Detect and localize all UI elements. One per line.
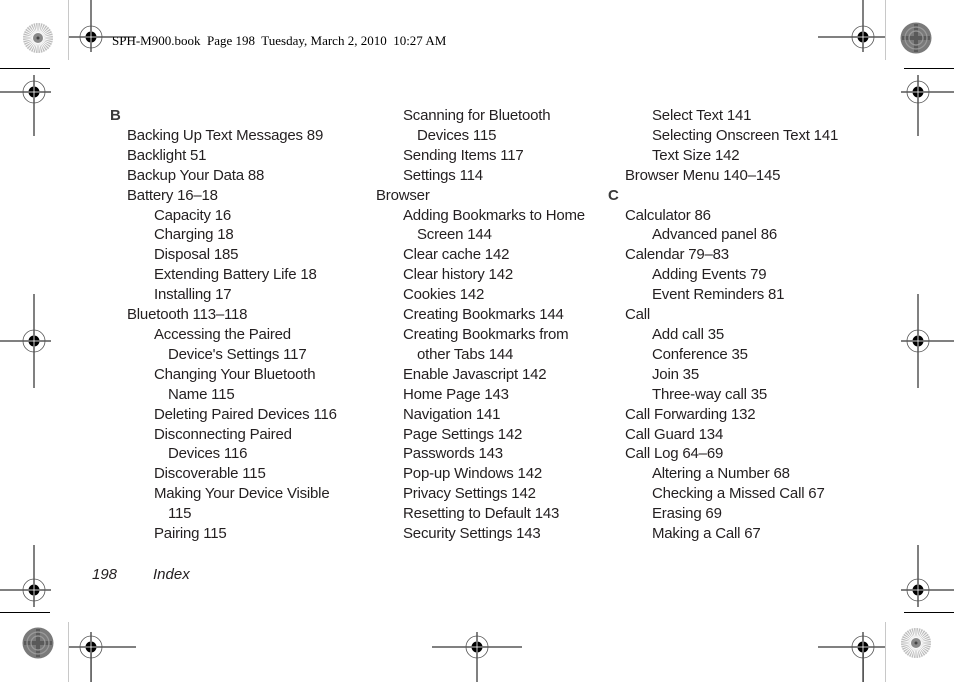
index-entry: other Tabs 144 [417,345,514,363]
index-entry: Event Reminders 81 [652,286,785,304]
header-slug: SPH-M900.book Page 198 Tuesday, March 2,… [112,33,447,48]
index-entry: Call Guard 134 [625,425,724,443]
index-entry: Altering a Number 68 [652,465,790,483]
gray-target-icon [22,627,54,659]
index-entry: Pop-up Windows 142 [403,465,542,483]
index-entry: Home Page 143 [403,385,509,403]
section-title: Index [153,566,190,583]
registration-mark-lower-left [0,545,51,607]
index-entry: Erasing 69 [652,505,722,523]
index-entry: Changing Your Bluetooth [154,365,316,383]
index-entry: Select Text 141 [652,107,752,124]
index-entry: Sending Items 117 [403,146,524,164]
index-entry: Screen 144 [417,226,492,244]
index-entry: Browser Menu 140–145 [625,166,781,184]
index-entry: Creating Bookmarks 144 [403,306,564,324]
index-entry: Call Log 64–69 [625,445,724,463]
index-entry: Calculator 86 [625,206,711,224]
index-entry: Adding Events 79 [652,266,767,284]
index-entry: Devices 115 [417,126,497,144]
index-entry: Deleting Paired Devices 116 [154,405,337,423]
index-entry: Backing Up Text Messages 89 [127,126,324,144]
index-letter-heading: B [110,107,121,124]
registration-mark-upper-right [901,75,954,136]
registration-mark-bottom-left [69,632,136,682]
page-footer: 198 Index [92,566,190,583]
index-entry: Checking a Missed Call 67 [652,485,825,503]
index-entry: Backup Your Data 88 [127,166,265,184]
trim-line [0,68,50,69]
index-entry: Adding Bookmarks to Home [403,206,585,224]
index-entry: Creating Bookmarks from [403,325,569,343]
index-entry: Scanning for Bluetooth [403,107,551,124]
index-entry: Call Forwarding 132 [625,405,756,423]
trim-line [904,612,954,613]
index-letter-heading: C [608,186,619,204]
trim-line [885,622,886,682]
index-entry: Text Size 142 [652,146,740,164]
index-entry: 115 [168,505,192,523]
registration-mark-lower-right [901,545,954,607]
index-entry: Installing 17 [154,286,232,304]
gray-target-icon [900,22,932,54]
index-entry: Navigation 141 [403,405,501,423]
index-entry: Name 115 [168,385,235,403]
registration-mark-upper-left [0,75,51,136]
index-entry: Call [625,306,651,324]
registration-mark-mid-left [0,294,51,388]
index-entry: Page Settings 142 [403,425,523,443]
index-entry: Conference 35 [652,345,748,363]
page-number: 198 [92,566,118,583]
trim-line [0,612,50,613]
index-entry: Selecting Onscreen Text 141 [652,126,839,144]
index-entry: Resetting to Default 143 [403,505,560,523]
index-entry: Settings 114 [403,166,483,184]
registration-mark-bottom-right [818,632,885,682]
index-entry: Making Your Device Visible [154,485,330,503]
index-entry: Passwords 143 [403,445,503,463]
index-entry: Cookies 142 [403,286,485,304]
registration-mark-mid-right [901,294,954,388]
index-column-3: Select Text 141 Selecting Onscreen Text 1… [608,106,838,544]
index-entry: Calendar 79–83 [625,246,729,264]
index-entry: Accessing the Paired [154,325,291,343]
registration-mark-top-left [69,0,136,52]
index-entry: Discoverable 115 [154,465,266,483]
registration-mark-top-right [818,0,885,52]
index-entry: Clear cache 142 [403,246,510,264]
index-entry: Add call 35 [652,325,725,343]
starburst-target-icon [901,628,931,658]
index-entry: Disconnecting Paired [154,425,292,443]
index-entry: Disposal 185 [154,246,239,264]
trim-line [904,68,954,69]
index-entry: Device's Settings 117 [168,345,307,363]
index-column-2: Scanning for Bluetooth Devices 115 Sending… [376,106,585,544]
index-entry: Making a Call 67 [652,525,761,543]
index-entry: Battery 16–18 [127,186,218,204]
index-entry: Join 35 [652,365,699,383]
index-entry: Bluetooth 113–118 [127,306,248,324]
index-entry: Backlight 51 [127,146,207,164]
index-entry: Enable Javascript 142 [403,365,547,383]
index-column-1: B Backing Up Text Messages 89 Backlight 51… [110,106,337,544]
index-entry: Devices 116 [168,445,248,463]
index-entry: Browser [376,186,430,204]
index-entry: Privacy Settings 142 [403,485,536,503]
index-entry: Security Settings 143 [403,525,541,543]
index-entry: Three-way call 35 [652,385,767,403]
registration-mark-bottom-center [432,632,522,682]
index-entry: Capacity 16 [154,206,232,224]
starburst-target-icon [23,23,53,53]
index-entry: Extending Battery Life 18 [154,266,317,284]
trim-line [885,0,886,60]
index-entry: Pairing 115 [154,525,227,543]
index-entry: Charging 18 [154,226,234,244]
index-entry: Clear history 142 [403,266,513,284]
index-entry: Advanced panel 86 [652,226,778,244]
